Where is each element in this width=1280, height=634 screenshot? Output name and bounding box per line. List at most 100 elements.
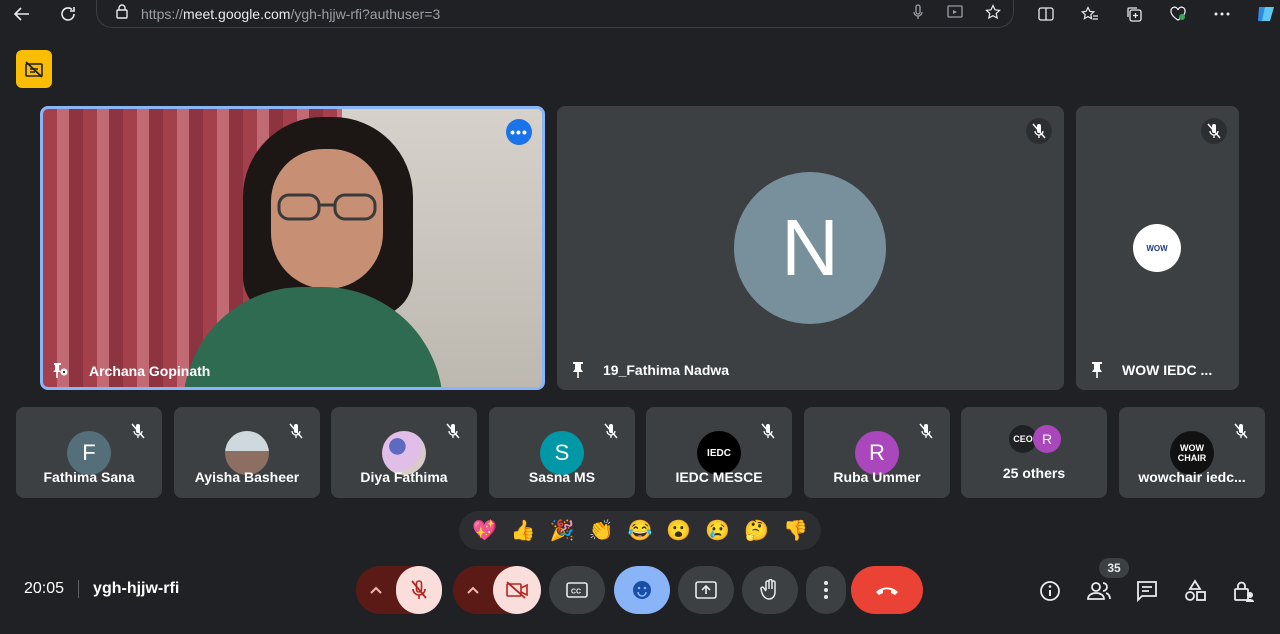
activities-icon	[1185, 579, 1206, 601]
address-bar[interactable]: https://meet.google.com/ygh-hjjw-rfi?aut…	[96, 0, 1014, 28]
participant-tile-main[interactable]: ••• Archana Gopinath	[40, 106, 545, 390]
mic-control-group	[356, 566, 442, 614]
participant-name: Archana Gopinath	[89, 363, 211, 379]
divider	[78, 580, 80, 598]
mic-off-icon	[914, 419, 938, 443]
participant-count-badge: 35	[1099, 558, 1129, 578]
participant-name: Sasna MS	[528, 469, 596, 485]
reaction-sad[interactable]: 😢	[702, 518, 734, 543]
cast-icon[interactable]	[947, 4, 963, 24]
recording-indicator-icon[interactable]	[16, 50, 52, 88]
mic-toggle-button[interactable]	[396, 566, 442, 614]
reaction-clap[interactable]: 👏	[585, 518, 617, 543]
avatar: N	[734, 172, 886, 324]
mic-off-icon	[1201, 118, 1227, 144]
meeting-details: 20:05 ygh-hjjw-rfi	[24, 580, 179, 598]
video-person-glasses	[277, 193, 377, 221]
mic-off-icon	[756, 419, 780, 443]
mic-off-icon	[1026, 118, 1052, 144]
participant-name: 25 others	[1002, 465, 1066, 481]
present-button[interactable]	[678, 566, 734, 614]
reaction-thumbs-up[interactable]: 👍	[507, 518, 539, 543]
participant-tile[interactable]: Diya Fathima	[331, 407, 477, 498]
mic-off-icon	[599, 419, 623, 443]
lock-person-icon	[1234, 581, 1254, 602]
pin-icon[interactable]	[1088, 360, 1106, 378]
participant-name: Fathima Sana	[43, 469, 135, 485]
refresh-icon[interactable]	[48, 0, 88, 28]
camera-toggle-button[interactable]	[493, 566, 541, 614]
participant-tile-third[interactable]: WOW WOW IEDC ...	[1076, 106, 1239, 390]
reactions-button[interactable]	[614, 566, 670, 614]
svg-text:CC: CC	[571, 589, 581, 596]
meeting-code: ygh-hjjw-rfi	[93, 580, 180, 597]
pin-icon[interactable]	[569, 360, 587, 378]
mic-off-icon	[126, 419, 150, 443]
hand-icon	[760, 579, 776, 600]
participant-name: wowchair iedc...	[1138, 469, 1246, 485]
mic-off-icon	[411, 580, 427, 599]
leave-call-button[interactable]	[851, 566, 923, 614]
people-button[interactable]	[1086, 576, 1112, 606]
meeting-info-button[interactable]	[1038, 576, 1062, 606]
hang-up-icon	[876, 587, 898, 595]
mic-off-icon	[1229, 419, 1253, 443]
more-options-button[interactable]: •••	[506, 119, 532, 145]
copilot-icon[interactable]	[1244, 0, 1280, 28]
raise-hand-button[interactable]	[742, 566, 798, 614]
participant-name: Diya Fathima	[360, 469, 448, 485]
star-icon[interactable]	[985, 3, 1001, 25]
present-screen-icon	[695, 581, 717, 599]
smile-icon	[633, 581, 651, 599]
camera-control-group	[453, 566, 541, 614]
reactions-bar: 💖 👍 🎉 👏 😂 😮 😢 🤔 👎	[459, 511, 821, 550]
participant-tile[interactable]: R Ruba Ummer	[804, 407, 950, 498]
participant-tile[interactable]: F Fathima Sana	[16, 407, 162, 498]
host-controls-button[interactable]	[1232, 576, 1256, 606]
more-icon[interactable]	[1200, 0, 1244, 28]
camera-options-button[interactable]	[453, 566, 493, 614]
meeting-time: 20:05	[24, 580, 65, 597]
more-vert-icon	[824, 581, 828, 599]
reaction-sparkling-heart[interactable]: 💖	[468, 518, 500, 543]
info-icon	[1040, 581, 1060, 601]
participant-name: WOW IEDC ...	[1122, 362, 1213, 378]
back-icon[interactable]	[2, 0, 42, 28]
activities-button[interactable]	[1183, 576, 1207, 606]
camera-off-icon	[506, 581, 528, 599]
avatar: R	[1033, 425, 1061, 453]
participant-tile-second[interactable]: N 19_Fathima Nadwa	[557, 106, 1064, 390]
participant-name: 19_Fathima Nadwa	[603, 362, 730, 378]
participant-tile[interactable]: WOW CHAIR wowchair iedc...	[1119, 407, 1265, 498]
participant-name: Ayisha Basheer	[194, 469, 300, 485]
reaction-laugh[interactable]: 😂	[624, 518, 656, 543]
url-text: https://meet.google.com/ygh-hjjw-rfi?aut…	[141, 5, 441, 22]
participant-tile[interactable]: IEDC IEDC MESCE	[646, 407, 792, 498]
participant-tile[interactable]: Ayisha Basheer	[174, 407, 320, 498]
favorites-icon[interactable]	[1068, 0, 1112, 28]
split-screen-icon[interactable]	[1024, 0, 1068, 28]
mic-options-button[interactable]	[356, 566, 396, 614]
chat-button[interactable]	[1135, 576, 1159, 606]
reaction-surprised[interactable]: 😮	[663, 518, 695, 543]
mic-off-icon	[441, 419, 465, 443]
collections-icon[interactable]	[1112, 0, 1156, 28]
reaction-thinking[interactable]: 🤔	[741, 518, 773, 543]
browser-toolbar: https://meet.google.com/ygh-hjjw-rfi?aut…	[0, 0, 1280, 28]
captions-icon: CC	[566, 582, 588, 598]
participant-tile-others[interactable]: CEO R 25 others	[961, 407, 1107, 498]
reaction-thumbs-down[interactable]: 👎	[779, 518, 811, 543]
mic-icon[interactable]	[911, 3, 925, 25]
pin-person-icon	[53, 363, 68, 378]
participant-name: IEDC MESCE	[675, 469, 763, 485]
wow-logo: WOW	[1133, 224, 1181, 272]
participant-tile[interactable]: S Sasna MS	[489, 407, 635, 498]
health-icon[interactable]	[1156, 0, 1200, 28]
lock-icon[interactable]	[115, 3, 129, 24]
captions-button[interactable]: CC	[549, 566, 605, 614]
reaction-party[interactable]: 🎉	[546, 518, 578, 543]
more-options-button[interactable]	[806, 566, 846, 614]
chat-icon	[1137, 581, 1157, 603]
people-icon	[1087, 582, 1111, 600]
participant-name: Ruba Ummer	[833, 469, 921, 485]
